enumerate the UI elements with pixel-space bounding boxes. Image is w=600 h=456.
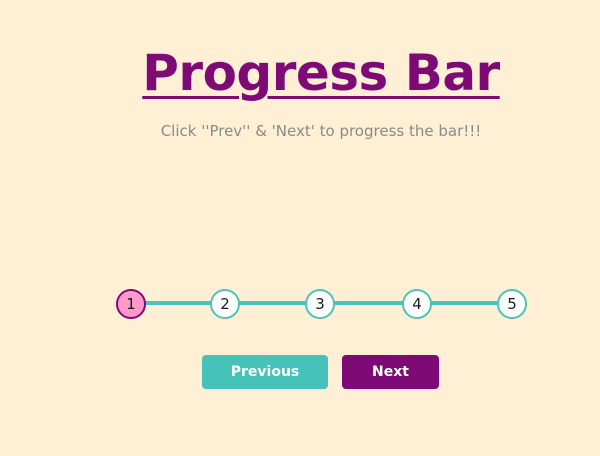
step-2-circle: 2 — [210, 289, 240, 319]
page-title: Progress Bar — [142, 44, 500, 102]
progress-bar-page: Progress Bar Click ''Prev'' & 'Next' to … — [0, 0, 600, 456]
page-subtitle: Click ''Prev'' & 'Next' to progress the … — [160, 122, 482, 140]
progress-stepper: 1 2 3 4 5 — [116, 289, 527, 319]
step-1-circle: 1 — [116, 289, 146, 319]
step-4-circle: 4 — [402, 289, 432, 319]
step-5-circle: 5 — [497, 289, 527, 319]
step-3-circle: 3 — [305, 289, 335, 319]
previous-button[interactable]: Previous — [202, 355, 328, 389]
next-button[interactable]: Next — [342, 355, 439, 389]
